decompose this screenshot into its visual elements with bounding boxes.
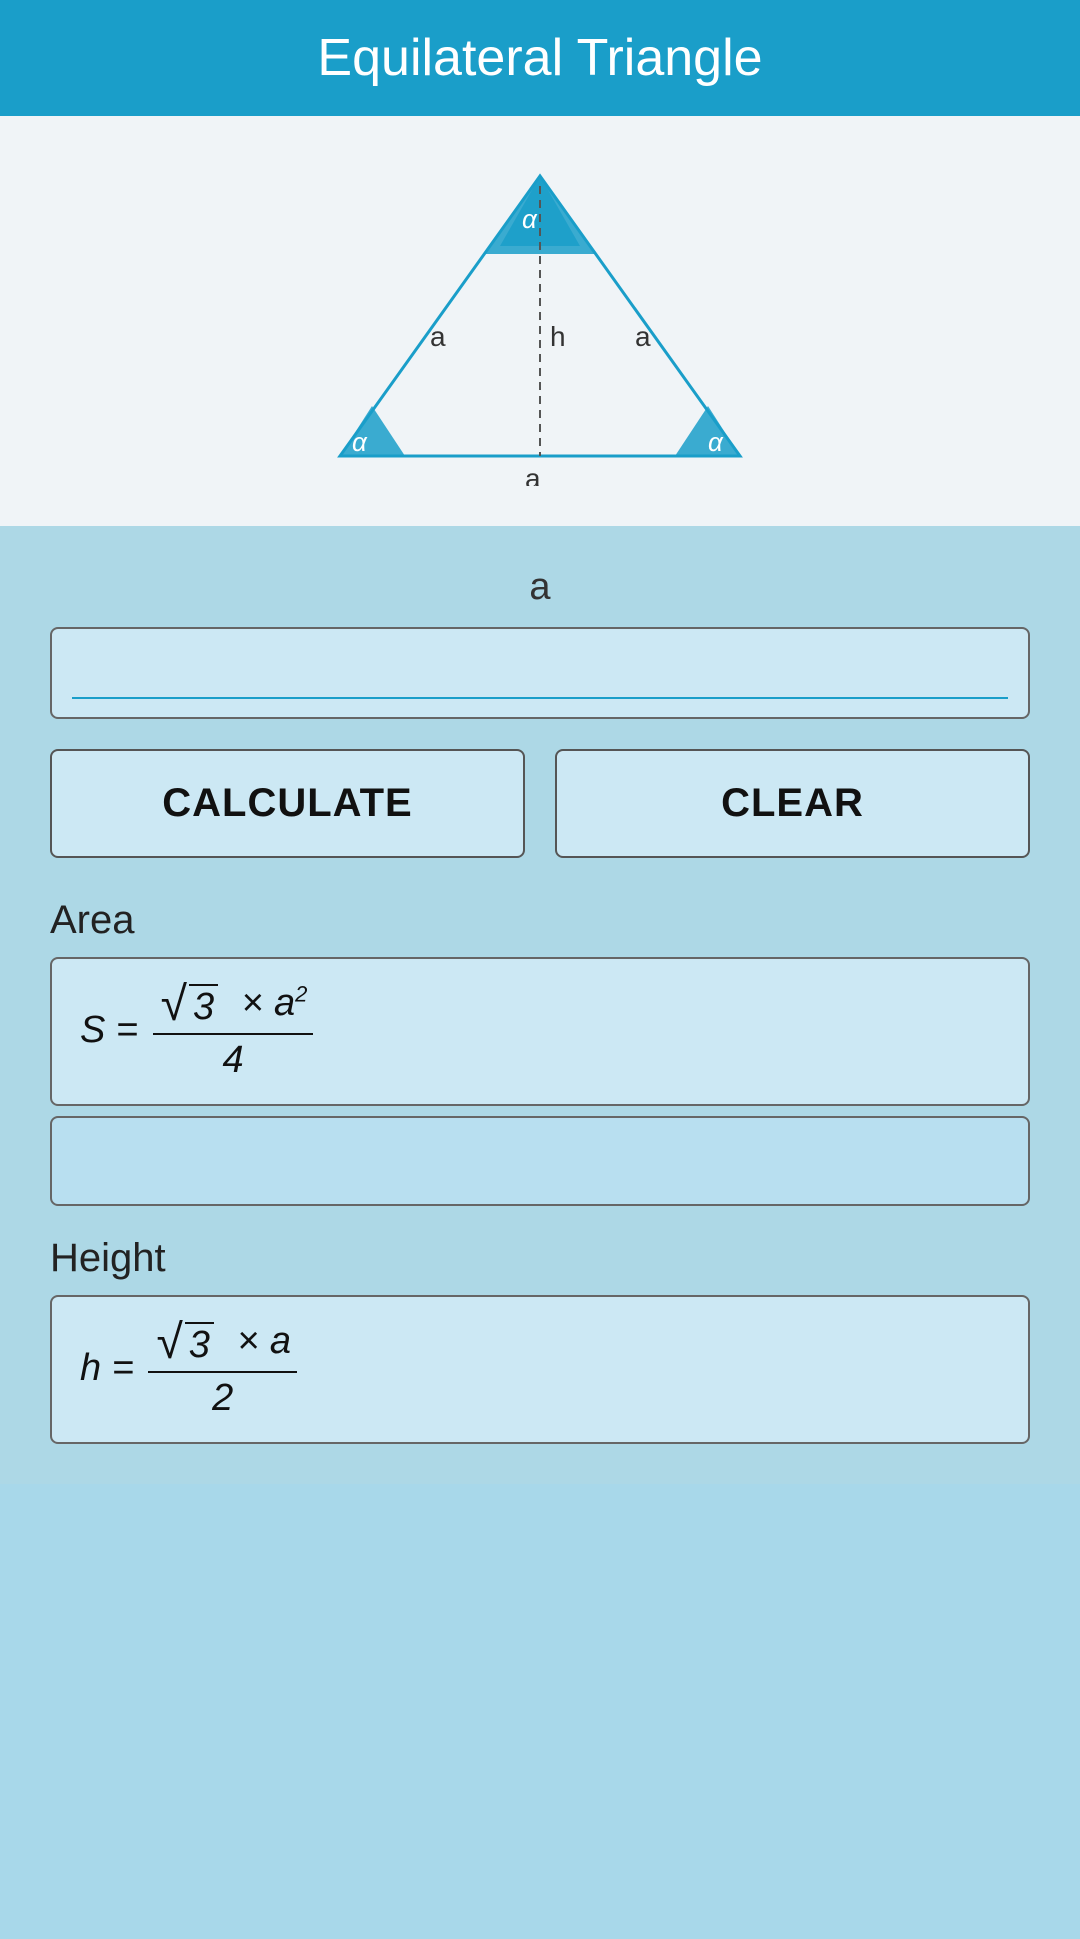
button-row: CALCULATE CLEAR — [50, 749, 1030, 858]
height-denominator: 2 — [206, 1373, 239, 1420]
page-title: Equilateral Triangle — [20, 28, 1060, 88]
input-label: a — [50, 566, 1030, 609]
height-formula: h = √ 3 × a 2 — [80, 1347, 301, 1389]
left-side-label: a — [430, 321, 446, 352]
app-header: Equilateral Triangle — [0, 0, 1080, 116]
right-side-label: a — [635, 321, 651, 352]
area-formula-box: S = √ 3 × a2 4 — [50, 957, 1030, 1106]
height-label: h — [550, 321, 566, 352]
sqrt3-h-wrapper: √ 3 — [156, 1319, 213, 1367]
sqrt3-wrapper: √ 3 — [161, 981, 218, 1029]
triangle-diagram: a a a h α α α — [290, 146, 790, 486]
height-fraction: √ 3 × a 2 — [148, 1319, 297, 1420]
area-result-box — [50, 1116, 1030, 1206]
height-numerator: √ 3 × a — [148, 1319, 297, 1373]
side-a-input[interactable] — [72, 647, 1008, 699]
sqrt-content-h: 3 — [185, 1322, 214, 1367]
bottom-left-corner — [340, 406, 405, 456]
calculator-section: a CALCULATE CLEAR Area S = √ 3 × a2 4 — [0, 526, 1080, 1484]
area-numerator: √ 3 × a2 — [153, 981, 314, 1035]
sqrt-symbol: √ — [161, 981, 187, 1029]
bottom-left-angle-label: α — [352, 427, 368, 457]
area-formula: S = √ 3 × a2 4 — [80, 1009, 317, 1051]
top-angle-label: α — [522, 204, 538, 234]
sqrt-content: 3 — [189, 984, 218, 1029]
area-denominator: 4 — [216, 1035, 249, 1082]
diagram-section: a a a h α α α — [0, 116, 1080, 526]
height-formula-box: h = √ 3 × a 2 — [50, 1295, 1030, 1444]
area-fraction: √ 3 × a2 4 — [153, 981, 314, 1082]
sqrt-symbol-h: √ — [156, 1319, 182, 1367]
bottom-side-label: a — [525, 463, 541, 486]
height-label: Height — [50, 1236, 1030, 1281]
bottom-right-angle-label: α — [708, 427, 724, 457]
calculate-button[interactable]: CALCULATE — [50, 749, 525, 858]
input-container — [50, 627, 1030, 719]
area-label: Area — [50, 898, 1030, 943]
clear-button[interactable]: CLEAR — [555, 749, 1030, 858]
